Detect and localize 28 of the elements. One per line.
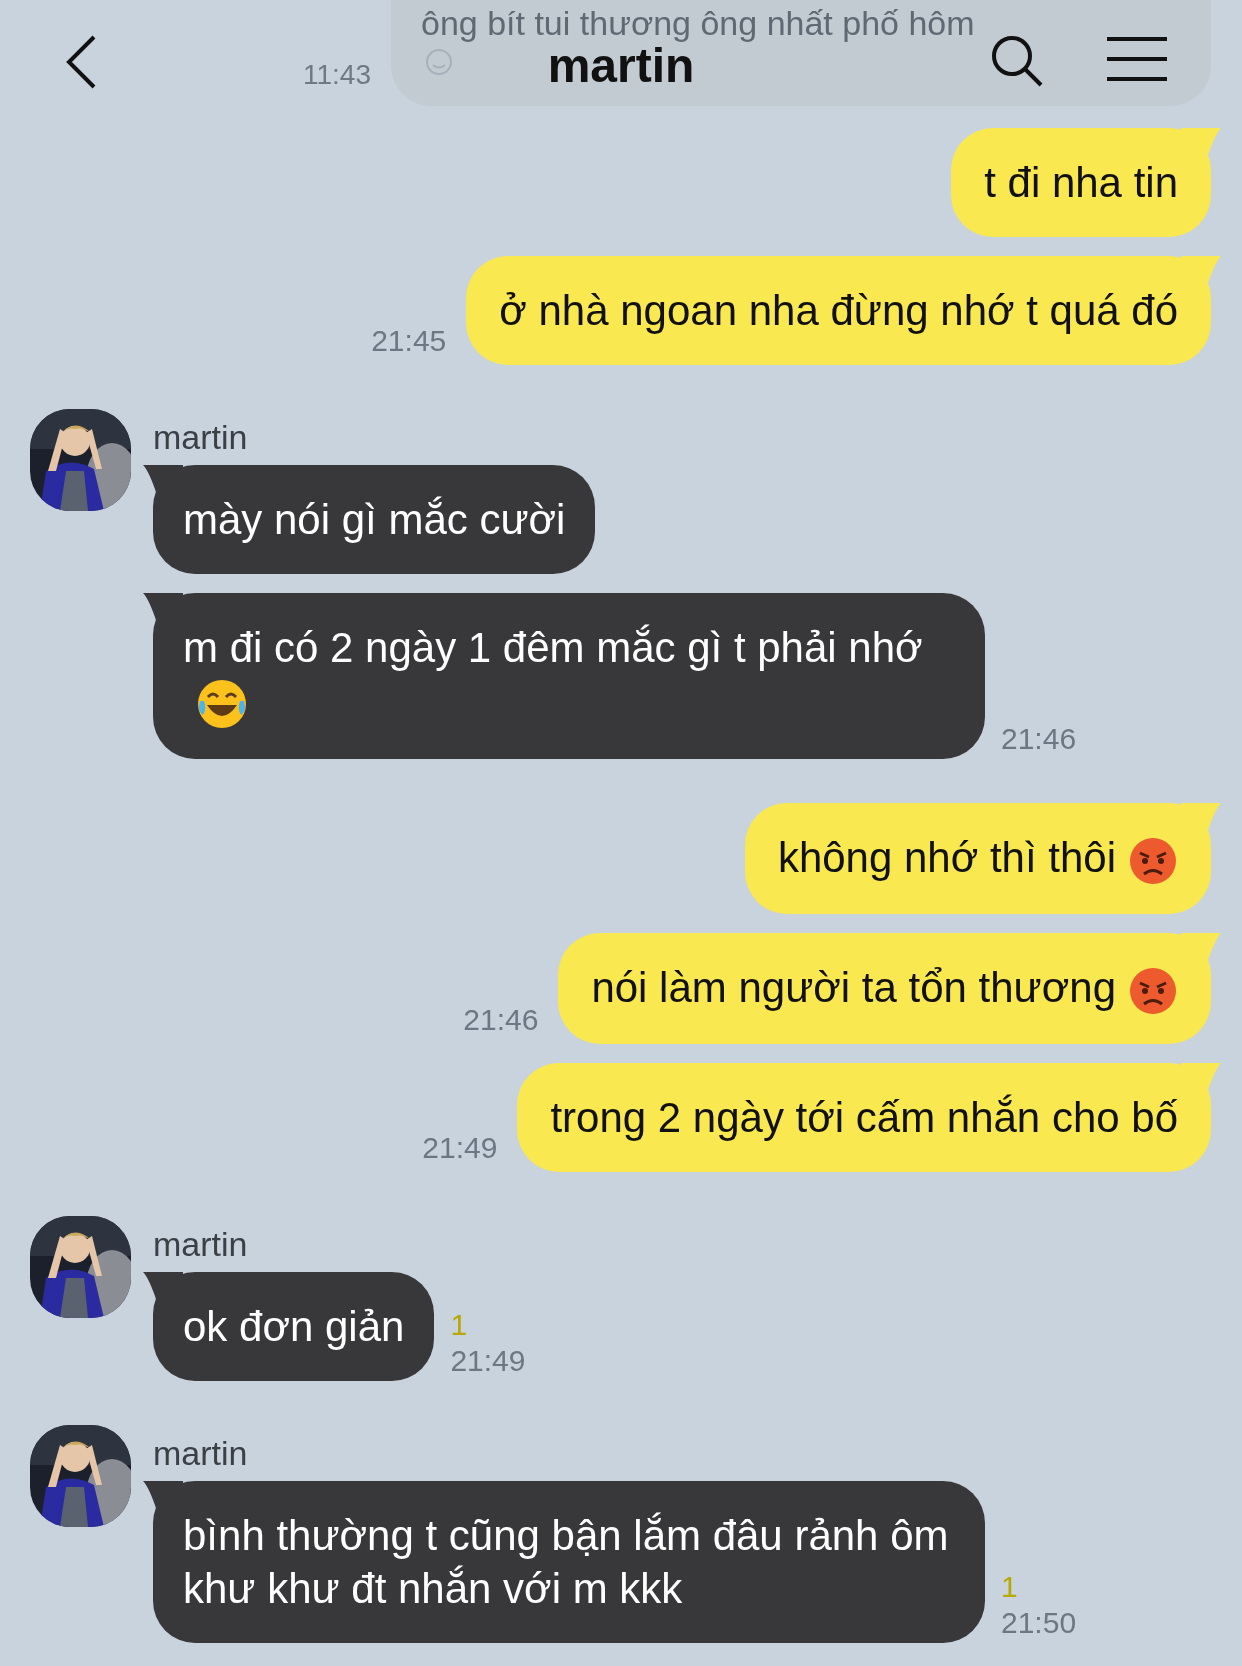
back-icon[interactable] <box>64 34 98 90</box>
unread-count: 1 <box>450 1306 469 1343</box>
message-text: ok đơn giản <box>183 1302 405 1350</box>
sender-name: martin <box>153 417 249 458</box>
angry-emoji-icon <box>1128 965 1178 1016</box>
message-time: 21:46 <box>1001 720 1077 757</box>
message-time: 21:49 <box>422 1129 498 1166</box>
message-text: t đi nha tin <box>984 159 1178 206</box>
message-text: không nhớ thì thôi <box>777 833 1116 881</box>
sender-name: martin <box>153 1223 249 1265</box>
sender-name: martin <box>153 1432 249 1474</box>
message-text: trong 2 ngày tới cấm nhắn cho bố <box>550 1093 1178 1141</box>
message-time: 21:49 <box>450 1342 526 1379</box>
message-time: 11:43 <box>303 58 371 92</box>
message-time: 21:46 <box>463 1001 539 1038</box>
angry-emoji-icon <box>1128 835 1178 886</box>
message-text: bình thường t cũng bận lắm đâu rảnh ôm khư khư đt nhắn với m kkk <box>183 1511 949 1612</box>
message-text: ở nhà ngoan nha đừng nhớ t quá đó <box>499 287 1178 334</box>
chat-title: martin <box>547 42 695 90</box>
message-text: mày nói gì mắc cười <box>183 496 566 543</box>
message-time: 21:50 <box>1001 1604 1077 1641</box>
message-time: 21:45 <box>371 323 447 359</box>
message-text: m đi có 2 ngày 1 đêm mắc gì t phải nhớ <box>183 624 923 671</box>
search-icon[interactable] <box>990 34 1044 88</box>
menu-icon[interactable] <box>1107 36 1167 82</box>
message-text: nói làm người ta tổn thương <box>591 963 1116 1011</box>
unread-count: 1 <box>1001 1568 1019 1605</box>
message-text: ông bít tui thương ông nhất phố hôm <box>421 4 976 42</box>
